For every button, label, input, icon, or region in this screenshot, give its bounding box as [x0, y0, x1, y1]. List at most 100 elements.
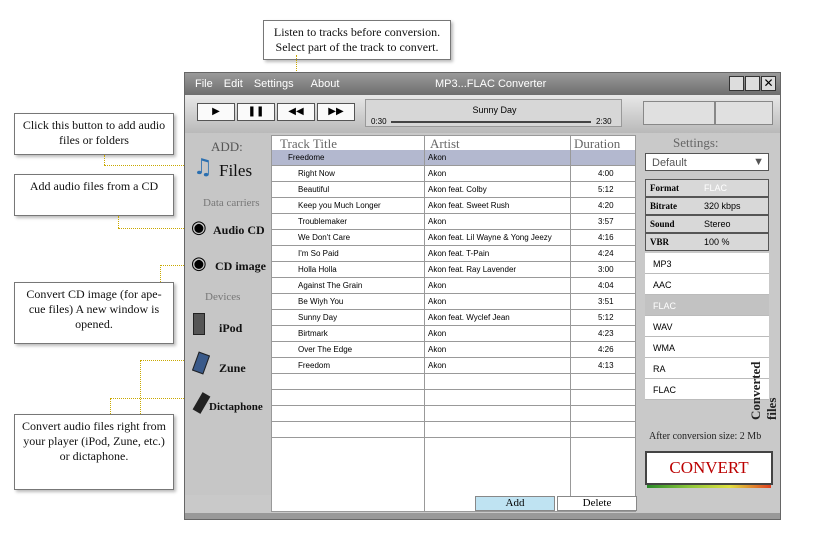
track-title: Right Now — [298, 169, 335, 178]
bitrate-row[interactable]: Bitrate 320 kbps — [645, 197, 769, 215]
view-toggle-1[interactable] — [643, 101, 715, 125]
end-time: 2:30 — [596, 117, 612, 126]
sound-label: Sound — [650, 219, 675, 229]
data-carriers-heading: Data carriers — [203, 197, 260, 209]
rewind-button[interactable]: ◀◀ — [277, 103, 315, 121]
table-row[interactable]: Against The Grain Akon 4:04 — [272, 278, 635, 294]
track-title: Troublemaker — [298, 217, 348, 226]
now-playing-title: Sunny Day — [472, 105, 517, 115]
close-button[interactable]: ✕ — [761, 76, 776, 91]
seek-bar[interactable] — [391, 121, 591, 123]
table-row[interactable]: Be Wiyh You Akon 3:51 — [272, 294, 635, 310]
callout-player: Convert audio files right from your play… — [14, 414, 174, 490]
table-row[interactable]: We Don't Care Akon feat. Lil Wayne & Yong… — [272, 230, 635, 246]
track-artist: Akon — [428, 169, 447, 178]
format-label: Format — [650, 183, 679, 193]
table-row[interactable]: Troublemaker Akon 3:57 — [272, 214, 635, 230]
table-row[interactable]: Sunny Day Akon feat. Wyclef Jean 5:12 — [272, 310, 635, 326]
convert-button[interactable]: CONVERT — [645, 451, 773, 485]
table-row[interactable]: I'm So Paid Akon feat. T-Pain 4:24 — [272, 246, 635, 262]
bitrate-value: 320 kbps — [704, 201, 741, 211]
add-files-button[interactable]: Files — [219, 161, 252, 181]
preset-select[interactable]: Default ▼ — [645, 153, 769, 171]
track-duration: 4:13 — [598, 361, 614, 370]
pause-button[interactable]: ❚❚ — [237, 103, 275, 121]
empty-row — [272, 390, 635, 406]
track-artist: Akon — [428, 345, 447, 354]
minimize-button[interactable] — [729, 76, 744, 91]
forward-button[interactable]: ▶▶ — [317, 103, 355, 121]
table-row[interactable]: Holla Holla Akon feat. Ray Lavender 3:00 — [272, 262, 635, 278]
format-option[interactable]: WAV — [645, 316, 769, 337]
window-title: MP3...FLAC Converter — [435, 78, 547, 90]
sound-row[interactable]: Sound Stereo — [645, 215, 769, 233]
col-header-duration[interactable]: Duration — [574, 136, 620, 151]
track-title: Birtmark — [298, 329, 328, 338]
group-row[interactable]: Freedome Akon — [272, 150, 635, 166]
cd-icon: ◉ — [191, 217, 207, 238]
track-artist: Akon feat. T-Pain — [428, 249, 490, 258]
sidebar: ADD: ♫ Files Data carriers ◉ Audio CD ◉ … — [185, 133, 271, 495]
track-artist: Akon feat. Colby — [428, 185, 487, 194]
format-value: FLAC — [704, 183, 728, 193]
format-option[interactable]: FLAC — [645, 295, 769, 316]
vbr-label: VBR — [650, 237, 670, 247]
add-button[interactable]: Add — [475, 496, 555, 511]
format-row[interactable]: Format FLAC — [645, 179, 769, 197]
start-time: 0:30 — [371, 117, 387, 126]
music-note-icon: ♫ — [193, 155, 213, 180]
status-bar — [185, 513, 780, 519]
track-title: Beautiful — [298, 185, 330, 194]
track-duration: 4:23 — [598, 329, 614, 338]
callout-files: Click this button to add audio files or … — [14, 113, 174, 155]
track-duration: 3:57 — [598, 217, 614, 226]
view-toggle-2[interactable] — [715, 101, 773, 125]
format-option[interactable]: AAC — [645, 274, 769, 295]
track-artist: Akon feat. Wyclef Jean — [428, 313, 510, 322]
table-row[interactable]: Over The Edge Akon 4:26 — [272, 342, 635, 358]
menu-file[interactable]: File — [195, 78, 213, 90]
track-duration: 4:20 — [598, 201, 614, 210]
menu-bar: File Edit Settings About — [195, 78, 347, 90]
track-artist: Akon — [428, 281, 447, 290]
format-option[interactable]: MP3 — [645, 253, 769, 274]
track-artist: Akon — [428, 329, 447, 338]
menu-settings[interactable]: Settings — [254, 78, 294, 90]
play-button[interactable]: ▶ — [197, 103, 235, 121]
table-row[interactable]: Beautiful Akon feat. Colby 5:12 — [272, 182, 635, 198]
ipod-button[interactable]: iPod — [219, 321, 242, 336]
ipod-icon — [193, 313, 205, 335]
track-title: Sunny Day — [298, 313, 338, 322]
track-title: Keep you Much Longer — [298, 201, 381, 210]
track-artist: Akon feat. Ray Lavender — [428, 265, 517, 274]
vbr-row[interactable]: VBR 100 % — [645, 233, 769, 251]
title-bar: File Edit Settings About MP3...FLAC Conv… — [185, 73, 780, 95]
callout-cd-image: Convert CD image (for ape-cue files) A n… — [14, 282, 174, 344]
maximize-button[interactable] — [745, 76, 760, 91]
dictaphone-button[interactable]: Dictaphone — [209, 401, 263, 413]
cd-image-button[interactable]: CD image — [215, 259, 266, 274]
group-artist: Akon — [428, 153, 447, 162]
delete-button[interactable]: Delete — [557, 496, 637, 511]
chevron-down-icon: ▼ — [753, 156, 764, 168]
col-header-artist[interactable]: Artist — [430, 136, 460, 151]
devices-heading: Devices — [205, 291, 241, 303]
track-duration: 3:00 — [598, 265, 614, 274]
preset-value: Default — [652, 157, 687, 169]
track-display[interactable]: Sunny Day 0:30 2:30 — [365, 99, 622, 127]
zune-button[interactable]: Zune — [219, 361, 246, 376]
bitrate-label: Bitrate — [650, 201, 677, 211]
add-heading: ADD: — [211, 139, 243, 154]
empty-row — [272, 374, 635, 390]
table-row[interactable]: Birtmark Akon 4:23 — [272, 326, 635, 342]
table-row[interactable]: Right Now Akon 4:00 — [272, 166, 635, 182]
callout-listen: Listen to tracks before conversion. Sele… — [263, 20, 451, 60]
col-header-title[interactable]: Track Title — [280, 136, 337, 151]
menu-edit[interactable]: Edit — [224, 78, 243, 90]
audio-cd-button[interactable]: Audio CD — [213, 223, 265, 238]
zune-icon — [191, 351, 211, 375]
table-row[interactable]: Keep you Much Longer Akon feat. Sweet Rus… — [272, 198, 635, 214]
track-artist: Akon feat. Lil Wayne & Yong Jeezy — [428, 233, 552, 242]
table-row[interactable]: Freedom Akon 4:13 — [272, 358, 635, 374]
menu-about[interactable]: About — [311, 78, 340, 90]
